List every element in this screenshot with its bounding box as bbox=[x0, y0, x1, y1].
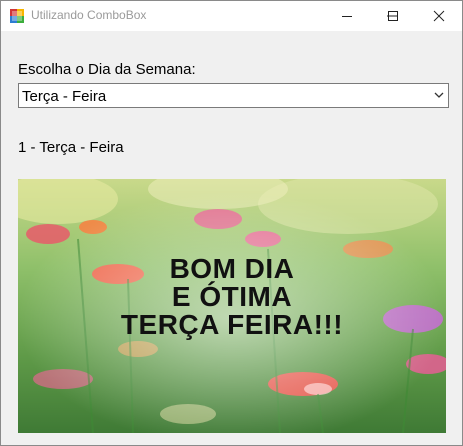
greeting-picture: BOM DIA E ÓTIMA TERÇA FEIRA!!! bbox=[18, 179, 446, 433]
minimize-icon bbox=[342, 16, 352, 17]
app-window: Utilizando ComboBox Escolha o Dia da Sem… bbox=[0, 0, 463, 446]
app-form-icon bbox=[10, 9, 24, 23]
close-control[interactable] bbox=[416, 1, 462, 31]
combobox-selected-value: Terça - Feira bbox=[22, 88, 107, 105]
chevron-down-icon[interactable] bbox=[434, 92, 444, 99]
selection-result-label: 1 - Terça - Feira bbox=[18, 139, 124, 156]
greeting-line-3: TERÇA FEIRA!!! bbox=[120, 309, 344, 340]
maximize-icon bbox=[388, 11, 398, 21]
close-icon bbox=[433, 10, 445, 22]
weekday-label: Escolha o Dia da Semana: bbox=[18, 61, 196, 78]
window-title: Utilizando ComboBox bbox=[31, 8, 147, 22]
weekday-combobox[interactable]: Terça - Feira bbox=[18, 83, 449, 108]
minimize-control[interactable] bbox=[324, 1, 370, 31]
greeting-line-1: BOM DIA bbox=[169, 253, 295, 284]
greeting-line-2: E ÓTIMA bbox=[171, 281, 293, 312]
greeting-text: BOM DIA E ÓTIMA TERÇA FEIRA!!! bbox=[18, 255, 446, 339]
maximize-control[interactable] bbox=[370, 1, 416, 31]
